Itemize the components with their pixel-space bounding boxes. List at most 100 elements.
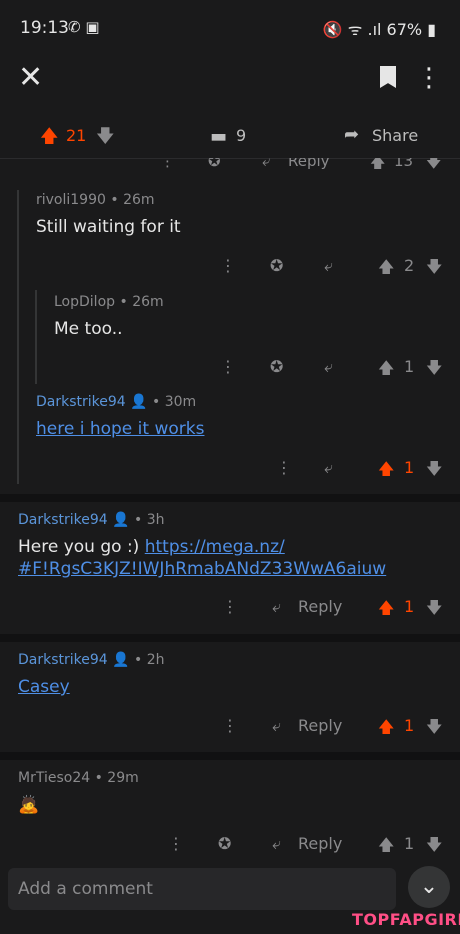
comment-time: • 2h — [134, 652, 165, 668]
more-options-icon[interactable]: ⋮ — [220, 357, 236, 376]
comment-count: 9 — [236, 126, 247, 145]
status-time: 19:13 — [20, 18, 69, 38]
more-options-icon[interactable]: ⋮ — [160, 158, 175, 170]
comment-score: 1 — [404, 597, 415, 616]
reply-icon[interactable]: ⤶ — [272, 834, 281, 854]
more-options-icon[interactable]: ⋮ — [416, 60, 442, 96]
downvote-icon[interactable]: 🡇 — [426, 357, 442, 384]
bookmark-icon[interactable] — [380, 66, 396, 88]
comment-meta: LopDilop • 26m — [54, 294, 446, 310]
upvote-icon[interactable]: 🡅 — [378, 716, 394, 743]
comment-score: 1 — [404, 458, 415, 477]
comment-author[interactable]: LopDilop — [54, 294, 115, 310]
reply-icon[interactable]: ⤶ — [272, 716, 281, 736]
comment-author[interactable]: Darkstrike94 — [18, 512, 108, 528]
reply-button[interactable]: Reply — [288, 158, 330, 170]
comment-author[interactable]: Darkstrike94 — [18, 652, 108, 668]
award-icon[interactable]: ✪ — [270, 357, 283, 376]
comment-score: 1 — [404, 357, 415, 376]
reply-icon[interactable]: ⤶ — [272, 597, 281, 617]
comment-actions: ⋮ ✪ ⤶ Reply 🡅 1 🡇 — [0, 834, 460, 862]
comment-author[interactable]: rivoli1990 — [36, 192, 106, 208]
downvote-icon[interactable]: 🡇 — [426, 716, 442, 743]
separator — [0, 752, 460, 760]
reply-icon[interactable]: ⤶ — [324, 357, 333, 377]
separator — [0, 494, 460, 502]
upvote-icon[interactable]: 🡅 — [378, 597, 394, 624]
comment-body: Casey — [18, 676, 446, 698]
comment-body: Still waiting for it — [36, 217, 181, 237]
comment: rivoli1990 • 26m Still waiting for it — [36, 192, 446, 238]
comment-input[interactable]: Add a comment — [8, 868, 396, 910]
award-icon[interactable]: ✪ — [208, 158, 221, 170]
award-icon[interactable]: ✪ — [218, 834, 231, 853]
comment-emoji: 🙇 — [18, 795, 40, 815]
comment-icon[interactable]: ▬ — [210, 126, 227, 147]
comment: Darkstrike94 👤 • 30m here i hope it work… — [36, 394, 446, 440]
comment-link[interactable]: Casey — [18, 677, 70, 697]
status-bar: 19:13 ✆ ▣ 🔇 ᯤ .ıl 67% ▮ — [0, 0, 460, 56]
downvote-icon[interactable]: 🡇 — [426, 597, 442, 624]
notification-icons: ✆ ▣ — [68, 18, 100, 36]
comment: MrTieso24 • 29m 🙇 — [18, 770, 446, 816]
status-right: 🔇 ᯤ .ıl 67% ▮ — [322, 20, 436, 39]
separator — [0, 634, 460, 642]
comment-time: • 29m — [94, 770, 139, 786]
upvote-icon[interactable]: 🡅 — [378, 256, 394, 283]
jump-down-icon[interactable]: ⌄ — [408, 866, 450, 908]
comment: Darkstrike94 👤 • 3h Here you go :) https… — [18, 512, 446, 580]
downvote-icon[interactable]: 🡇 — [426, 158, 441, 176]
more-options-icon[interactable]: ⋮ — [220, 256, 236, 275]
comment-body: here i hope it works — [36, 418, 446, 440]
reply-button[interactable]: Reply — [298, 597, 342, 616]
comment-time: • 30m — [152, 394, 197, 410]
close-icon[interactable]: ✕ — [18, 60, 43, 96]
upvote-icon[interactable]: 🡅 — [378, 834, 394, 861]
comment-link[interactable]: here i hope it works — [36, 419, 204, 439]
thread-line — [17, 190, 19, 484]
downvote-icon[interactable]: 🡇 — [426, 458, 442, 485]
comment-score: 13 — [394, 158, 414, 170]
comment-meta: Darkstrike94 👤 • 30m — [36, 394, 446, 410]
upvote-icon[interactable]: 🡅 — [370, 158, 385, 176]
downvote-icon[interactable]: 🡇 — [426, 256, 442, 283]
comment-actions: ⋮ ✪ ⤶ 🡅 2 🡇 — [0, 256, 460, 284]
share-button[interactable]: Share — [372, 126, 418, 145]
comment: Darkstrike94 👤 • 2h Casey — [18, 652, 446, 698]
downvote-icon[interactable]: 🡇 — [426, 834, 442, 861]
reply-icon[interactable]: ⤶ — [262, 158, 270, 170]
comment-body: Here you go :) https://mega.nz/ #F!RgsC3… — [18, 536, 446, 580]
share-icon[interactable]: ➦ — [344, 124, 359, 145]
comment-score: 2 — [404, 256, 415, 275]
more-options-icon[interactable]: ⋮ — [276, 458, 292, 477]
comment-meta: MrTieso24 • 29m — [18, 770, 446, 786]
reply-icon[interactable]: ⤶ — [324, 458, 333, 478]
upvote-icon[interactable]: 🡅 — [40, 124, 59, 154]
downvote-icon[interactable]: 🡇 — [96, 124, 115, 154]
app-bar: ✕ ⋮ — [0, 56, 460, 104]
comment-author[interactable]: MrTieso24 — [18, 770, 90, 786]
profile-icon: 👤 — [112, 652, 130, 668]
profile-icon: 👤 — [112, 512, 130, 528]
more-options-icon[interactable]: ⋮ — [222, 716, 238, 735]
reply-icon[interactable]: ⤶ — [324, 256, 333, 276]
comment-time: • 26m — [110, 192, 155, 208]
comment-actions: ⋮ ⤶ Reply 🡅 1 🡇 — [0, 716, 460, 744]
reply-button[interactable]: Reply — [298, 834, 342, 853]
reply-button[interactable]: Reply — [298, 716, 342, 735]
comment-author[interactable]: Darkstrike94 — [36, 394, 126, 410]
upvote-icon[interactable]: 🡅 — [378, 458, 394, 485]
comment-score: 1 — [404, 716, 415, 735]
award-icon[interactable]: ✪ — [270, 256, 283, 275]
more-options-icon[interactable]: ⋮ — [222, 597, 238, 616]
upvote-icon[interactable]: 🡅 — [378, 357, 394, 384]
clipped-actions-row: ⋮ ✪ ⤶ Reply 🡅 13 🡇 — [0, 158, 460, 176]
comment-actions: ⋮ ✪ ⤶ 🡅 1 🡇 — [0, 357, 460, 385]
comment-body: Me too.. — [54, 319, 123, 339]
watermark: TOPFAPGIRLS — [352, 910, 460, 929]
comment-input-placeholder: Add a comment — [18, 879, 153, 899]
comment-score: 1 — [404, 834, 415, 853]
more-options-icon[interactable]: ⋮ — [168, 834, 184, 853]
comment: LopDilop • 26m Me too.. — [54, 294, 446, 340]
comment-text: Here you go :) — [18, 537, 145, 557]
